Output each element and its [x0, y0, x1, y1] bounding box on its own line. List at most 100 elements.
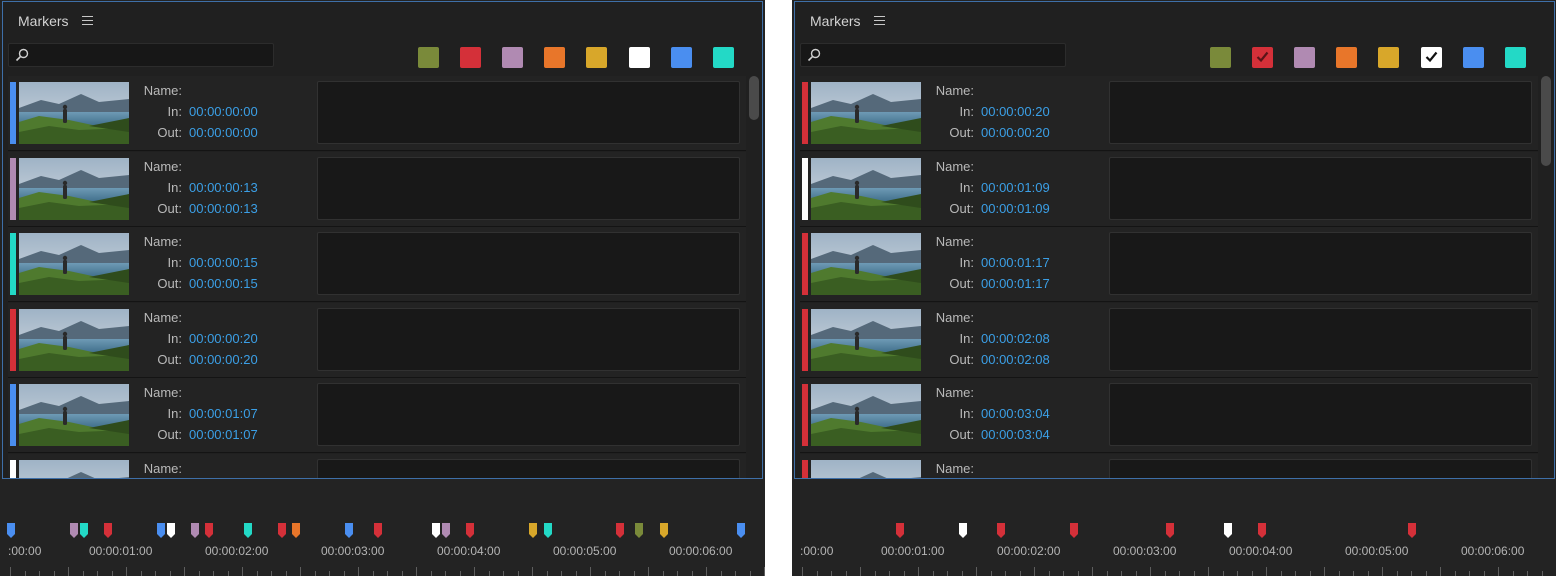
ruler-tick	[169, 571, 171, 576]
scrollbar[interactable]	[748, 76, 760, 478]
marker-comment-field[interactable]	[1109, 383, 1532, 446]
marker-comment-field[interactable]	[317, 307, 740, 371]
search-input[interactable]	[8, 43, 274, 67]
timeline-marker[interactable]	[345, 523, 354, 538]
timeline-marker[interactable]	[190, 523, 199, 538]
timeline-marker[interactable]	[7, 523, 15, 538]
timeline-marker[interactable]	[958, 523, 967, 538]
timecode-label: :00:00	[8, 544, 42, 558]
marker-comment-field[interactable]	[1109, 232, 1532, 295]
marker-row[interactable]: Name: In: 00:00:01:17 Out: 00:00:01:17	[800, 227, 1538, 302]
timeline-marker[interactable]	[69, 523, 78, 538]
timeline-marker[interactable]	[79, 523, 88, 538]
marker-comment-field[interactable]	[1109, 81, 1532, 144]
timeline-marker[interactable]	[895, 523, 904, 538]
timeline-marker[interactable]	[243, 523, 252, 538]
timeline-marker[interactable]	[543, 523, 552, 538]
marker-row[interactable]: Name: In: 00:00:00:15 Out: 00:00:00:15	[8, 227, 746, 302]
marker-row[interactable]: Name: In: 00:00:00:20 Out: 00:00:00:20	[8, 302, 746, 378]
marker-comment-field[interactable]	[1109, 307, 1532, 371]
out-timecode: 00:00:01:17	[981, 276, 1050, 291]
timeline-marker[interactable]	[1408, 523, 1416, 538]
panel-menu-icon[interactable]	[874, 16, 885, 25]
markers-panel: Markers Name: In: 00:00:00:00 Out: 00:00:00:…	[2, 1, 763, 479]
color-swatch-1[interactable]	[460, 47, 481, 68]
timeline-marker[interactable]	[616, 523, 624, 538]
color-swatch-0[interactable]	[418, 47, 439, 68]
color-swatch-3[interactable]	[544, 47, 565, 68]
marker-row[interactable]: Name: In: 00:00:03:04 Out: 00:00:03:04	[800, 378, 1538, 453]
timeline-marker[interactable]	[1166, 523, 1175, 538]
timeline-marker[interactable]	[466, 523, 475, 538]
scroll-thumb[interactable]	[1541, 76, 1551, 166]
ruler-tick	[1382, 567, 1383, 576]
timeline-marker[interactable]	[635, 523, 644, 538]
color-swatch-2[interactable]	[1294, 47, 1315, 68]
marker-comment-field[interactable]	[1109, 458, 1532, 478]
timeline-ruler[interactable]: :00:00 00:00:01:00 00:00:02:00 00:00:03:00 0…	[792, 480, 1556, 576]
timeline-marker[interactable]	[1258, 523, 1267, 538]
timeline-marker[interactable]	[277, 523, 286, 538]
timeline-marker[interactable]	[103, 523, 112, 538]
out-label: Out:	[949, 200, 974, 216]
markers-view-filtered: Markers Name: In: 00:00:00:20 Out: 00:00:00:…	[792, 0, 1556, 576]
marker-row[interactable]: Name:	[8, 453, 746, 478]
color-swatch-5[interactable]	[1421, 47, 1442, 68]
marker-comment-field[interactable]	[317, 458, 740, 478]
timeline-marker[interactable]	[166, 523, 175, 538]
timeline-marker[interactable]	[997, 523, 1006, 538]
timeline-marker[interactable]	[205, 523, 214, 538]
marker-row[interactable]: Name:	[800, 453, 1538, 478]
marker-comment-field[interactable]	[1109, 156, 1532, 220]
timeline-marker[interactable]	[1069, 523, 1078, 538]
out-timecode: 00:00:00:13	[189, 200, 258, 216]
marker-row[interactable]: Name: In: 00:00:00:13 Out: 00:00:00:13	[8, 151, 746, 227]
marker-row[interactable]: Name: In: 00:00:01:07 Out: 00:00:01:07	[8, 378, 746, 453]
marker-color-bar	[10, 384, 16, 446]
color-swatch-5[interactable]	[629, 47, 650, 68]
timeline-marker[interactable]	[736, 523, 745, 538]
marker-list: Name: In: 00:00:00:20 Out: 00:00:00:20 Name: I…	[800, 76, 1538, 478]
timeline-marker[interactable]	[374, 523, 383, 538]
timeline-ruler[interactable]: :00:00 00:00:01:00 00:00:02:00 00:00:03:00 0…	[0, 480, 765, 576]
color-swatch-4[interactable]	[1378, 47, 1399, 68]
color-swatch-6[interactable]	[1463, 47, 1484, 68]
timeline-marker[interactable]	[156, 523, 165, 538]
marker-row[interactable]: Name: In: 00:00:00:00 Out: 00:00:00:00	[8, 76, 746, 151]
color-swatch-1[interactable]	[1252, 47, 1273, 68]
scrollbar[interactable]	[1540, 76, 1552, 478]
marker-comment-field[interactable]	[317, 156, 740, 220]
timeline-marker[interactable]	[292, 523, 301, 538]
marker-comment-field[interactable]	[317, 81, 740, 144]
color-swatch-6[interactable]	[671, 47, 692, 68]
ruler-tick	[343, 571, 345, 576]
ruler-tick	[1498, 567, 1499, 576]
color-swatch-4[interactable]	[586, 47, 607, 68]
timeline-marker[interactable]	[1224, 523, 1233, 538]
ruler-tick	[1019, 571, 1021, 576]
timeline-marker[interactable]	[529, 523, 537, 538]
search-icon	[807, 48, 821, 62]
marker-comment-field[interactable]	[317, 383, 740, 446]
timeline-marker[interactable]	[659, 523, 668, 538]
marker-row[interactable]: Name: In: 00:00:00:20 Out: 00:00:00:20	[800, 76, 1538, 151]
color-swatch-0[interactable]	[1210, 47, 1231, 68]
marker-row[interactable]: Name: In: 00:00:02:08 Out: 00:00:02:08	[800, 302, 1538, 378]
timeline-marker[interactable]	[432, 523, 441, 538]
scroll-thumb[interactable]	[749, 76, 759, 120]
marker-comment-field[interactable]	[317, 232, 740, 295]
search-input[interactable]	[800, 43, 1066, 67]
marker-row[interactable]: Name: In: 00:00:01:09 Out: 00:00:01:09	[800, 151, 1538, 227]
panel-menu-icon[interactable]	[82, 16, 93, 25]
marker-thumbnail	[19, 308, 129, 371]
color-swatch-2[interactable]	[502, 47, 523, 68]
color-swatch-7[interactable]	[713, 47, 734, 68]
color-swatch-3[interactable]	[1336, 47, 1357, 68]
timeline-marker[interactable]	[442, 523, 450, 538]
markers-panel: Markers Name: In: 00:00:00:20 Out: 00:00:00:…	[794, 1, 1555, 479]
out-timecode: 00:00:00:15	[189, 276, 258, 291]
in-timecode: 00:00:00:20	[189, 330, 258, 346]
checkmark-icon	[1425, 51, 1438, 63]
name-label: Name:	[143, 83, 182, 98]
color-swatch-7[interactable]	[1505, 47, 1526, 68]
